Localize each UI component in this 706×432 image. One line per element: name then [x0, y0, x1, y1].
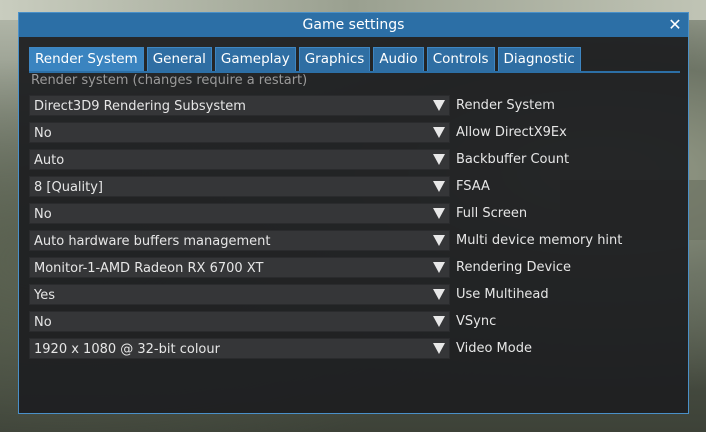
setting-use-multihead: Yes Use Multihead	[29, 284, 689, 305]
game-settings-dialog: Game settings ✕ Render System General Ga…	[18, 12, 689, 414]
backbuffer-count-dropdown[interactable]: Auto	[29, 149, 450, 170]
tab-graphics[interactable]: Graphics	[298, 47, 371, 71]
setting-rendering-device: Monitor-1-AMD Radeon RX 6700 XT Renderin…	[29, 257, 689, 278]
settings-list: Direct3D9 Rendering Subsystem Render Sys…	[29, 95, 689, 365]
dropdown-arrow-icon[interactable]	[433, 127, 445, 138]
tab-render-system[interactable]: Render System	[29, 47, 144, 71]
dropdown-arrow-icon[interactable]	[433, 208, 445, 219]
setting-label: Render System	[456, 98, 555, 113]
setting-label: Full Screen	[456, 206, 528, 221]
vsync-dropdown[interactable]: No	[29, 311, 450, 332]
setting-vsync: No VSync	[29, 311, 689, 332]
multi-device-memory-hint-dropdown[interactable]: Auto hardware buffers management	[29, 230, 450, 251]
tab-gameplay[interactable]: Gameplay	[214, 47, 296, 71]
dropdown-value: No	[34, 126, 52, 141]
setting-label: Rendering Device	[456, 260, 571, 275]
setting-label: VSync	[456, 314, 497, 329]
dropdown-value: Auto	[34, 153, 65, 168]
dialog-title: Game settings	[302, 17, 405, 33]
tab-general[interactable]: General	[146, 47, 212, 71]
section-title: Render system (changes require a restart…	[31, 73, 308, 88]
render-system-dropdown[interactable]: Direct3D9 Rendering Subsystem	[29, 95, 450, 116]
setting-backbuffer-count: Auto Backbuffer Count	[29, 149, 689, 170]
dropdown-arrow-icon[interactable]	[433, 100, 445, 111]
setting-label: Backbuffer Count	[456, 152, 570, 167]
setting-allow-directx9ex: No Allow DirectX9Ex	[29, 122, 689, 143]
video-mode-dropdown[interactable]: 1920 x 1080 @ 32-bit colour	[29, 338, 450, 359]
dropdown-value: No	[34, 315, 52, 330]
dropdown-arrow-icon[interactable]	[433, 316, 445, 327]
dialog-titlebar[interactable]: Game settings ✕	[19, 13, 688, 37]
rendering-device-dropdown[interactable]: Monitor-1-AMD Radeon RX 6700 XT	[29, 257, 450, 278]
fsaa-dropdown[interactable]: 8 [Quality]	[29, 176, 450, 197]
dropdown-value: Monitor-1-AMD Radeon RX 6700 XT	[34, 261, 264, 276]
tab-controls[interactable]: Controls	[426, 47, 495, 71]
use-multihead-dropdown[interactable]: Yes	[29, 284, 450, 305]
dropdown-arrow-icon[interactable]	[433, 343, 445, 354]
dropdown-arrow-icon[interactable]	[433, 154, 445, 165]
full-screen-dropdown[interactable]: No	[29, 203, 450, 224]
allow-directx9ex-dropdown[interactable]: No	[29, 122, 450, 143]
setting-full-screen: No Full Screen	[29, 203, 689, 224]
setting-label: Allow DirectX9Ex	[456, 125, 567, 140]
dropdown-arrow-icon[interactable]	[433, 235, 445, 246]
dropdown-value: No	[34, 207, 52, 222]
setting-multi-device-memory-hint: Auto hardware buffers management Multi d…	[29, 230, 689, 251]
setting-label: FSAA	[456, 179, 490, 194]
setting-label: Video Mode	[456, 341, 532, 356]
dropdown-value: Yes	[34, 288, 55, 303]
dropdown-value: Auto hardware buffers management	[34, 234, 271, 249]
dropdown-arrow-icon[interactable]	[433, 181, 445, 192]
setting-label: Use Multihead	[456, 287, 549, 302]
dropdown-value: Direct3D9 Rendering Subsystem	[34, 99, 246, 114]
settings-tabs: Render System General Gameplay Graphics …	[29, 47, 680, 73]
tab-audio[interactable]: Audio	[373, 47, 424, 71]
dropdown-value: 8 [Quality]	[34, 180, 103, 195]
dropdown-value: 1920 x 1080 @ 32-bit colour	[34, 342, 220, 357]
setting-label: Multi device memory hint	[456, 233, 623, 248]
dropdown-arrow-icon[interactable]	[433, 289, 445, 300]
setting-fsaa: 8 [Quality] FSAA	[29, 176, 689, 197]
tab-diagnostic[interactable]: Diagnostic	[497, 47, 581, 71]
close-icon[interactable]: ✕	[666, 16, 684, 34]
setting-video-mode: 1920 x 1080 @ 32-bit colour Video Mode	[29, 338, 689, 359]
setting-render-system: Direct3D9 Rendering Subsystem Render Sys…	[29, 95, 689, 116]
dropdown-arrow-icon[interactable]	[433, 262, 445, 273]
